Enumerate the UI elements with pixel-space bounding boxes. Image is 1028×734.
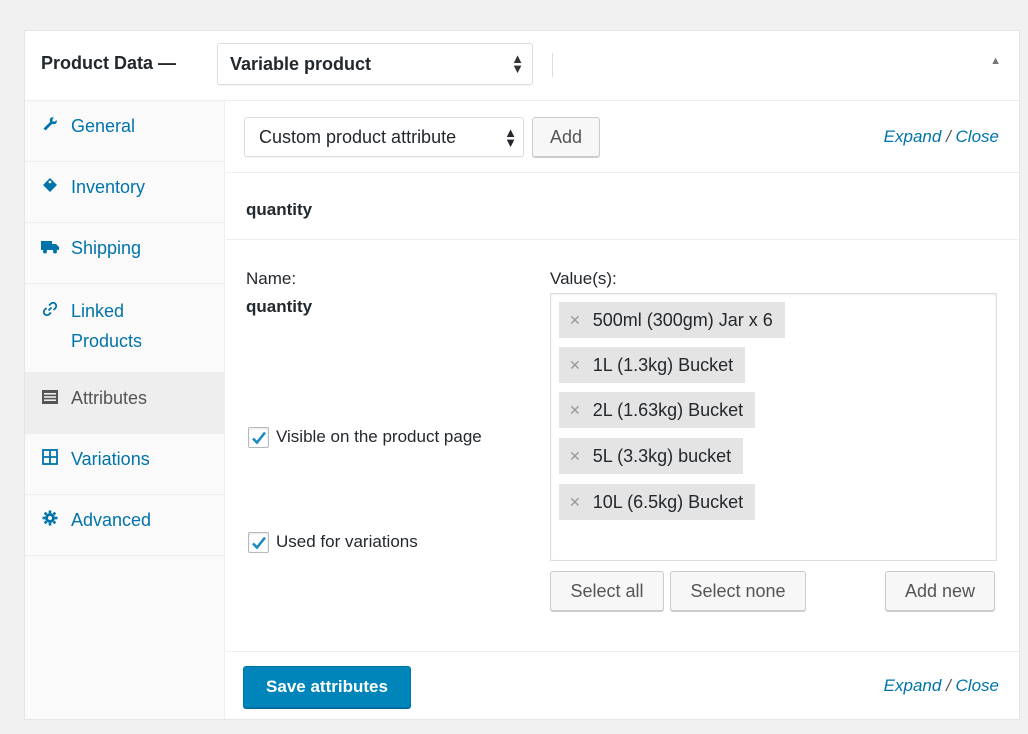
truck-icon [41, 235, 59, 265]
tab-variations[interactable]: Variations [25, 434, 224, 495]
select-arrows-icon: ▲ ▼ [511, 51, 524, 76]
tag-icon [41, 174, 59, 204]
expand-link[interactable]: Expand [884, 676, 942, 695]
attributes-toolbar: Custom product attribute ▲ ▼ Add Expand /… [226, 101, 1019, 173]
remove-value-icon[interactable]: ✕ [569, 448, 581, 465]
attribute-taxonomy-value: Custom product attribute [259, 126, 457, 147]
tab-advanced-label: Advanced [71, 510, 152, 530]
attribute-body: Name: quantity Visible on the product pa… [226, 241, 1019, 651]
attribute-values-select[interactable]: ✕ 500ml (300gm) Jar x 6 ✕ 1L (1.3kg) Bucke… [550, 293, 997, 561]
tab-general[interactable]: General [25, 101, 224, 162]
select-all-button[interactable]: Select all [550, 571, 664, 611]
select-arrows-icon: ▲ ▼ [504, 125, 517, 150]
value-chip-label: 2L (1.63kg) Bucket [592, 399, 744, 420]
tab-inventory-label: Inventory [71, 177, 146, 197]
product-data-panel: Product Data — Variable product ▲ ▼ ▲ Gen… [24, 30, 1020, 720]
toolbar-expand-close: Expand / Close [884, 127, 999, 147]
gear-icon [41, 507, 59, 537]
value-chip[interactable]: ✕ 10L (6.5kg) Bucket [559, 484, 756, 520]
attribute-taxonomy-select[interactable]: Custom product attribute ▲ ▼ [244, 117, 524, 157]
attributes-footer: Save attributes Expand / Close [226, 651, 1019, 719]
wrench-icon [41, 113, 59, 143]
expand-link[interactable]: Expand [884, 127, 942, 146]
link-icon [41, 298, 59, 328]
value-chip[interactable]: ✕ 500ml (300gm) Jar x 6 [559, 302, 785, 338]
close-link[interactable]: Close [956, 676, 999, 695]
attributes-panel: Custom product attribute ▲ ▼ Add Expand /… [226, 101, 1019, 719]
tab-shipping-label: Shipping [71, 238, 142, 258]
value-chip-label: 500ml (300gm) Jar x 6 [592, 309, 773, 330]
visible-label: Visible on the product page [276, 427, 482, 446]
header-divider [552, 53, 553, 77]
remove-value-icon[interactable]: ✕ [569, 357, 581, 374]
tab-shipping[interactable]: Shipping [25, 223, 224, 284]
value-chip[interactable]: ✕ 2L (1.63kg) Bucket [559, 392, 756, 428]
add-attribute-button[interactable]: Add [532, 117, 600, 157]
remove-value-icon[interactable]: ✕ [569, 494, 581, 511]
footer-expand-close: Expand / Close [884, 676, 999, 696]
value-chip-label: 10L (6.5kg) Bucket [592, 491, 744, 512]
tab-inventory[interactable]: Inventory [25, 162, 224, 223]
values-label: Value(s): [550, 269, 617, 288]
close-link[interactable]: Close [956, 127, 999, 146]
expand-close-separator: / [946, 676, 951, 695]
used-for-variations-label: Used for variations [276, 532, 418, 551]
visible-checkbox[interactable] [248, 427, 269, 448]
used-for-variations-checkbox[interactable] [248, 532, 269, 553]
select-none-button[interactable]: Select none [670, 571, 806, 611]
tab-linked-products-label: Linked Products [71, 301, 143, 351]
tab-attributes-label: Attributes [71, 388, 148, 408]
tab-linked-products[interactable]: Linked Products [25, 284, 224, 373]
value-chip-label: 1L (1.3kg) Bucket [592, 354, 734, 375]
attribute-header[interactable]: quantity [226, 174, 1019, 240]
expand-close-separator: / [946, 127, 951, 146]
product-data-tabs: General Inventory Shipping Linked Produc… [25, 101, 225, 719]
remove-value-icon[interactable]: ✕ [569, 312, 581, 329]
tab-variations-label: Variations [71, 449, 150, 469]
tab-advanced[interactable]: Advanced [25, 495, 224, 556]
collapse-up-icon[interactable]: ▲ [990, 55, 1001, 67]
save-attributes-button[interactable]: Save attributes [243, 666, 411, 708]
product-type-select[interactable]: Variable product ▲ ▼ [217, 43, 533, 85]
remove-value-icon[interactable]: ✕ [569, 402, 581, 419]
product-type-value: Variable product [230, 53, 372, 74]
value-chip[interactable]: ✕ 5L (3.3kg) bucket [559, 438, 744, 474]
panel-header: Product Data — Variable product ▲ ▼ ▲ [25, 31, 1019, 101]
attribute-name-value: quantity [246, 297, 313, 316]
tab-attributes[interactable]: Attributes [25, 373, 224, 434]
grid-icon [41, 446, 59, 476]
panel-title: Product Data — [41, 53, 177, 73]
tab-general-label: General [71, 116, 136, 136]
attribute-title: quantity [246, 200, 313, 219]
add-new-value-button[interactable]: Add new [885, 571, 995, 611]
name-label: Name: [246, 269, 297, 288]
value-chip-label: 5L (3.3kg) bucket [592, 445, 732, 466]
list-icon [41, 385, 59, 415]
value-chip[interactable]: ✕ 1L (1.3kg) Bucket [559, 347, 746, 383]
